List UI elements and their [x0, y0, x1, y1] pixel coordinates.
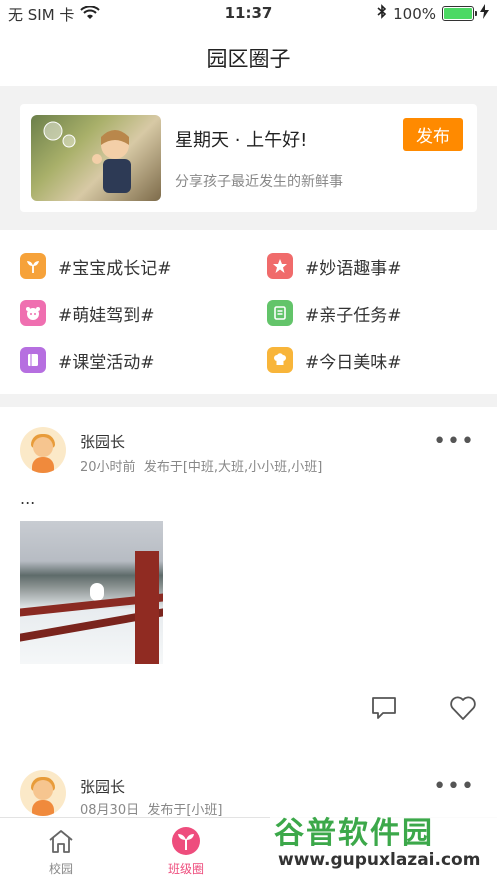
chef-hat-icon — [267, 347, 293, 373]
star-icon — [267, 253, 293, 279]
post-text: ... — [20, 489, 36, 508]
tab-label: 校园 — [48, 862, 73, 876]
status-bar: 无 SIM 卡 11:37 100% — [0, 0, 497, 28]
topic-label: #宝宝成长记# — [58, 258, 172, 279]
topic-item[interactable]: #亲子任务# — [267, 300, 402, 326]
composer-subtitle: 分享孩子最近发生的新鲜事 — [175, 174, 343, 190]
house-icon — [46, 826, 76, 856]
battery-percent: 100% — [393, 4, 436, 23]
tab-campus[interactable]: 校园 — [21, 826, 101, 877]
page-title: 园区圈子 — [206, 47, 291, 71]
avatar[interactable] — [20, 770, 66, 816]
composer-card[interactable]: 星期天 · 上午好! 分享孩子最近发生的新鲜事 发布 — [20, 104, 477, 212]
post-author[interactable]: 张园长 — [80, 431, 125, 452]
topic-item[interactable]: #萌娃驾到# — [20, 300, 155, 326]
post-time: 20小时前 — [80, 460, 136, 475]
tab-class-circle[interactable]: 班级圈 — [146, 826, 226, 877]
comment-icon[interactable] — [369, 693, 399, 723]
post-author[interactable]: 张园长 — [80, 776, 125, 797]
like-icon[interactable] — [448, 693, 478, 723]
post-meta: 20小时前 发布于[中班,大班,小小班,小班] — [80, 456, 322, 475]
charging-icon — [480, 4, 489, 23]
status-right: 100% — [377, 4, 489, 23]
topic-item[interactable]: #今日美味# — [267, 347, 402, 373]
post-time: 08月30日 — [80, 803, 140, 817]
post-meta: 08月30日 发布于[小班] — [80, 799, 223, 817]
topic-label: #课堂活动# — [58, 352, 155, 373]
battery-icon — [442, 6, 477, 21]
bluetooth-icon — [377, 4, 387, 23]
composer-photo — [31, 115, 161, 201]
topic-list: #宝宝成长记# #妙语趣事# #萌娃驾到# #亲子任务# #课堂活动# #今日美… — [0, 230, 497, 394]
topic-item[interactable]: #妙语趣事# — [267, 253, 402, 279]
watermark-url: www.gupuxlazai.com — [278, 850, 481, 870]
watermark-title: 谷普软件园 — [274, 816, 434, 851]
topic-label: #萌娃驾到# — [58, 305, 155, 326]
topic-label: #妙语趣事# — [305, 258, 402, 279]
more-options-icon[interactable]: ••• — [433, 429, 475, 454]
tab-label: 班级圈 — [167, 862, 204, 876]
post-feed: 张园长 20小时前 发布于[中班,大班,小小班,小班] ••• ... 张园长 … — [0, 407, 497, 817]
more-options-icon[interactable]: ••• — [433, 774, 475, 799]
checklist-icon — [267, 300, 293, 326]
notebook-icon — [20, 347, 46, 373]
topic-item[interactable]: #课堂活动# — [20, 347, 155, 373]
sprout-icon — [20, 253, 46, 279]
sprout-circle-icon — [171, 826, 201, 856]
post-image[interactable] — [20, 521, 163, 664]
greeting-text: 星期天 · 上午好! — [175, 130, 308, 151]
post-audience: 发布于[中班,大班,小小班,小班] — [143, 460, 323, 475]
avatar[interactable] — [20, 427, 66, 473]
topic-item[interactable]: #宝宝成长记# — [20, 253, 172, 279]
topic-label: #今日美味# — [305, 352, 402, 373]
nav-bar: 园区圈子 — [0, 28, 497, 86]
publish-button[interactable]: 发布 — [403, 118, 463, 151]
post-audience: 发布于[小班] — [147, 803, 223, 817]
watermark: 谷普软件园 www.gupuxlazai.com — [270, 800, 497, 883]
baby-face-icon — [20, 300, 46, 326]
topic-label: #亲子任务# — [305, 305, 402, 326]
